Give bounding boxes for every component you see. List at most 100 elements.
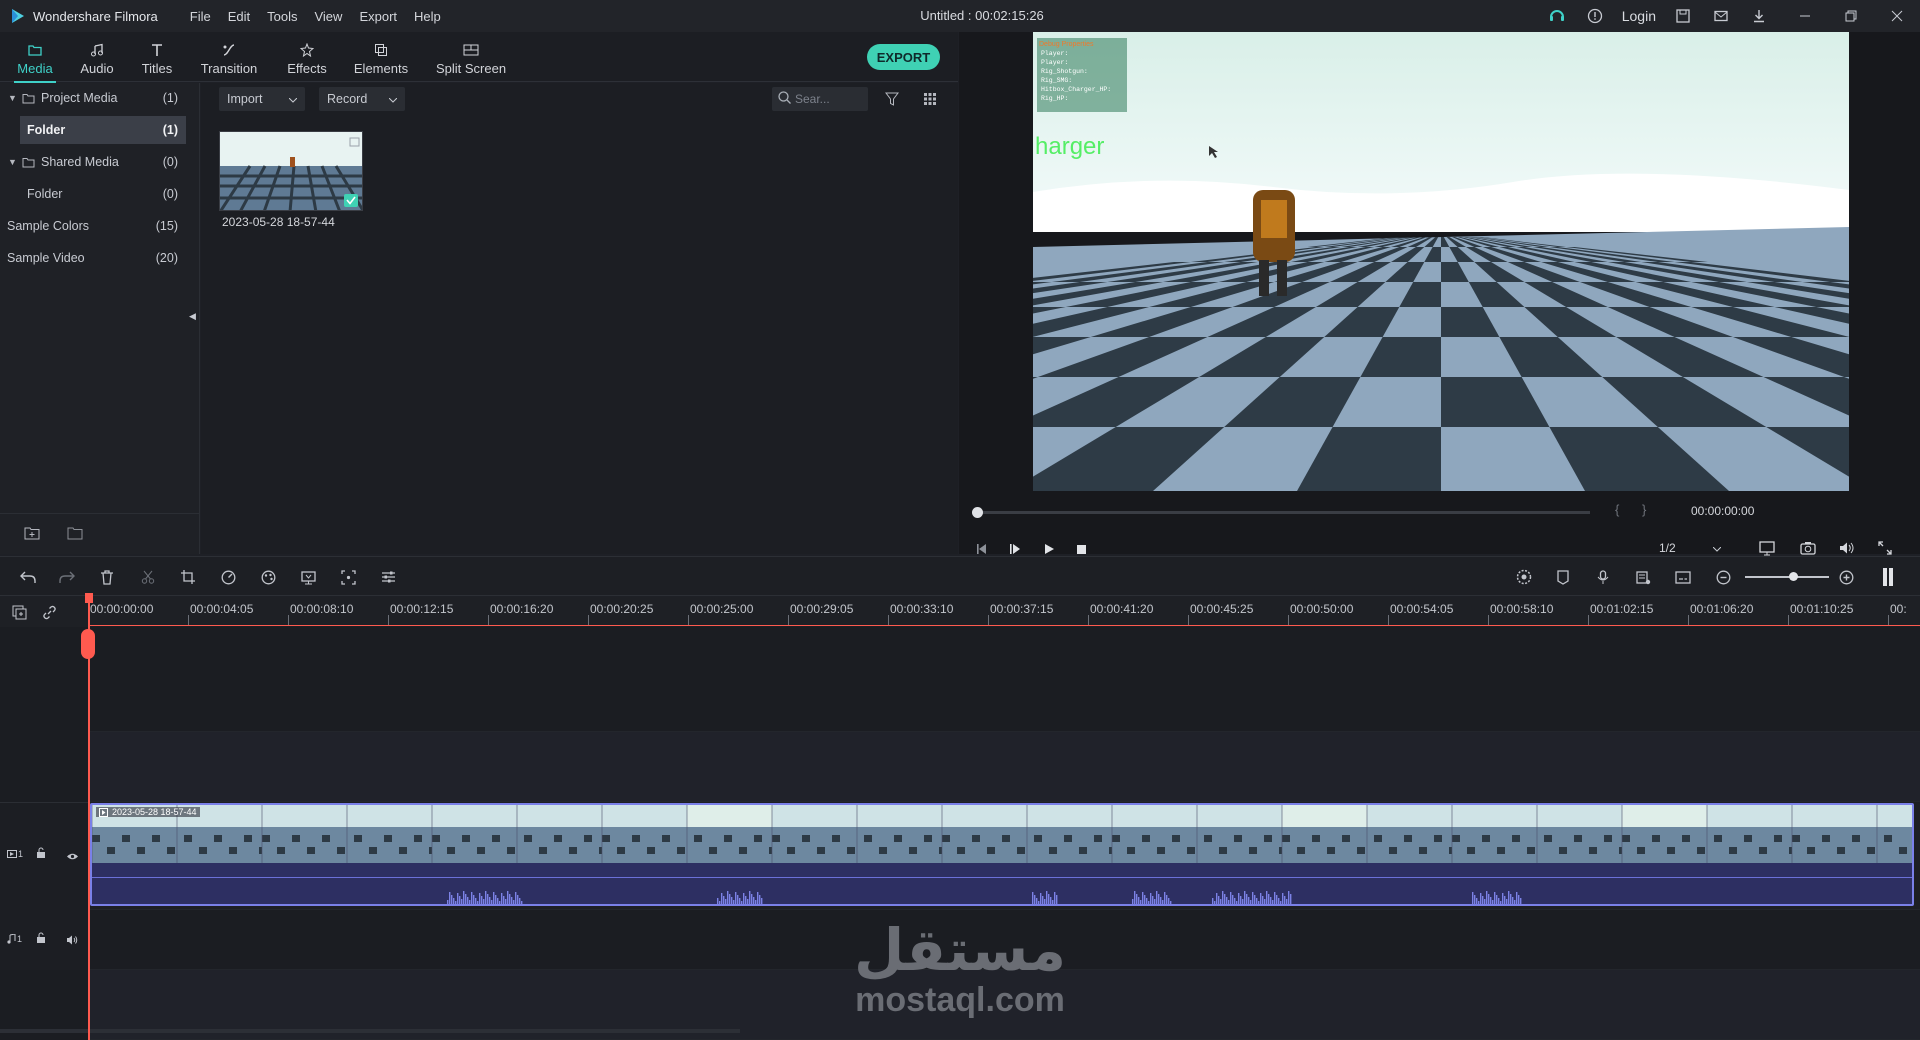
waveform-bar bbox=[725, 899, 727, 904]
restore-button[interactable] bbox=[1828, 0, 1874, 32]
waveform-bar bbox=[1238, 893, 1240, 904]
filmstrip-frame bbox=[347, 805, 432, 827]
menu-help[interactable]: Help bbox=[414, 9, 441, 24]
download-icon[interactable] bbox=[1748, 5, 1770, 27]
zoom-slider[interactable] bbox=[1745, 576, 1829, 578]
redo-icon[interactable] bbox=[57, 567, 77, 587]
undo-icon[interactable] bbox=[18, 567, 38, 587]
speaker-icon[interactable] bbox=[66, 933, 78, 948]
filmstrip-tile bbox=[107, 847, 115, 854]
horizontal-scrollbar[interactable] bbox=[0, 1029, 740, 1033]
zoom-slider-handle[interactable] bbox=[1789, 572, 1798, 581]
folder-icon bbox=[22, 157, 35, 168]
new-folder-icon[interactable] bbox=[24, 526, 40, 543]
menu-export[interactable]: Export bbox=[359, 9, 397, 24]
green-screen-icon[interactable] bbox=[298, 567, 318, 587]
tab-split-screen[interactable]: Split Screen bbox=[432, 36, 510, 80]
filmstrip-tile bbox=[447, 847, 455, 854]
subtitles-icon[interactable] bbox=[1673, 567, 1693, 587]
filmstrip-tile bbox=[569, 847, 577, 854]
ruler-tick-label: 00:00:54:05 bbox=[1390, 602, 1454, 616]
filter-icon[interactable] bbox=[885, 92, 899, 109]
tab-titles[interactable]: Titles bbox=[132, 36, 182, 80]
export-button[interactable]: EXPORT bbox=[867, 44, 940, 70]
playhead-handle[interactable] bbox=[81, 629, 95, 659]
close-button[interactable] bbox=[1874, 0, 1920, 32]
render-preview-icon[interactable] bbox=[1514, 567, 1534, 587]
clip-filmstrip bbox=[92, 805, 1912, 863]
waveform-bar bbox=[729, 894, 731, 904]
expand-caret-icon[interactable]: ▼ bbox=[8, 157, 18, 167]
search-input[interactable]: Sear... bbox=[772, 87, 868, 111]
tab-effects[interactable]: Effects bbox=[280, 36, 334, 80]
link-icon[interactable] bbox=[42, 605, 57, 623]
library-project-media[interactable]: ▼ Project Media (1) bbox=[0, 84, 200, 112]
playhead-marker-top[interactable] bbox=[85, 593, 93, 603]
track-controls-header bbox=[0, 597, 88, 627]
library-sample-colors[interactable]: Sample Colors (15) bbox=[0, 212, 200, 240]
preview-video[interactable]: Debug Properties Player: Player: Rig_Sho… bbox=[1033, 32, 1849, 491]
tab-media[interactable]: Media bbox=[10, 36, 60, 84]
crop-icon[interactable] bbox=[178, 567, 198, 587]
waveform-bar bbox=[757, 892, 759, 904]
menu-view[interactable]: View bbox=[314, 9, 342, 24]
info-icon[interactable] bbox=[1584, 5, 1606, 27]
library-label: Folder bbox=[27, 187, 63, 201]
add-track-icon[interactable] bbox=[12, 605, 27, 623]
playhead[interactable] bbox=[81, 593, 95, 1040]
progress-handle[interactable] bbox=[972, 507, 983, 518]
speed-icon[interactable] bbox=[218, 567, 238, 587]
record-dropdown[interactable]: Record bbox=[319, 87, 405, 111]
library-shared-folder[interactable]: Folder (0) bbox=[0, 180, 200, 208]
zoom-in-icon[interactable] bbox=[1836, 567, 1856, 587]
tab-elements[interactable]: Elements bbox=[350, 36, 412, 80]
login-link[interactable]: Login bbox=[1622, 8, 1656, 24]
lock-icon[interactable] bbox=[36, 932, 46, 947]
mark-in-icon[interactable]: { bbox=[1615, 502, 1619, 517]
mark-out-icon[interactable]: } bbox=[1642, 502, 1646, 517]
menu-file[interactable]: File bbox=[190, 9, 211, 24]
eye-icon[interactable] bbox=[66, 849, 79, 864]
library-folder-selected[interactable]: Folder (1) bbox=[20, 116, 186, 144]
save-icon[interactable] bbox=[1672, 5, 1694, 27]
minimize-button[interactable] bbox=[1782, 0, 1828, 32]
color-palette-icon[interactable] bbox=[258, 567, 278, 587]
adjust-sliders-icon[interactable] bbox=[378, 567, 398, 587]
filmstrip-tile bbox=[942, 835, 950, 842]
video-clip[interactable]: 2023-05-28 18-57-44 bbox=[90, 803, 1914, 906]
progress-track[interactable] bbox=[976, 511, 1590, 514]
microphone-icon[interactable] bbox=[1593, 567, 1613, 587]
zoom-out-icon[interactable] bbox=[1713, 567, 1733, 587]
filmstrip-tile bbox=[1714, 835, 1722, 842]
library-shared-media[interactable]: ▼ Shared Media (0) bbox=[0, 148, 200, 176]
media-thumbnail[interactable] bbox=[219, 131, 363, 211]
tab-audio[interactable]: Audio bbox=[72, 36, 122, 80]
tab-transition[interactable]: Transition bbox=[196, 36, 262, 80]
marker-icon[interactable] bbox=[1553, 567, 1573, 587]
timeline-ruler[interactable]: 00:00:00:00 00:00:04:05 00:00:08:10 00:00:1… bbox=[88, 597, 1920, 627]
menu-edit[interactable]: Edit bbox=[228, 9, 250, 24]
filmstrip-tile bbox=[1744, 835, 1752, 842]
empty-track-lane[interactable] bbox=[88, 627, 1920, 732]
filmstrip-frame bbox=[942, 805, 1027, 827]
lock-icon[interactable] bbox=[36, 847, 46, 862]
library-sample-video[interactable]: Sample Video (20) bbox=[0, 244, 200, 272]
stabilize-icon[interactable] bbox=[338, 567, 358, 587]
grid-view-icon[interactable] bbox=[923, 92, 937, 109]
menu-tools[interactable]: Tools bbox=[267, 9, 297, 24]
scissors-icon[interactable] bbox=[138, 567, 158, 587]
waveform-bar bbox=[1166, 895, 1168, 904]
headset-support-icon[interactable] bbox=[1546, 5, 1568, 27]
collapse-panel-icon[interactable]: ◀ bbox=[189, 311, 196, 322]
voiceover-icon[interactable] bbox=[1633, 567, 1653, 587]
expand-caret-icon[interactable]: ▼ bbox=[8, 93, 18, 103]
mail-icon[interactable] bbox=[1710, 5, 1732, 27]
waveform-bar bbox=[733, 900, 735, 904]
waveform-bar bbox=[1486, 891, 1488, 904]
filmstrip-frame-floor bbox=[262, 827, 347, 863]
import-dropdown[interactable]: Import bbox=[219, 87, 305, 111]
empty-track-lane[interactable] bbox=[88, 732, 1920, 802]
delete-icon[interactable] bbox=[97, 567, 117, 587]
folder-outline-icon[interactable] bbox=[67, 526, 83, 543]
pause-bars-icon[interactable] bbox=[1878, 567, 1898, 587]
